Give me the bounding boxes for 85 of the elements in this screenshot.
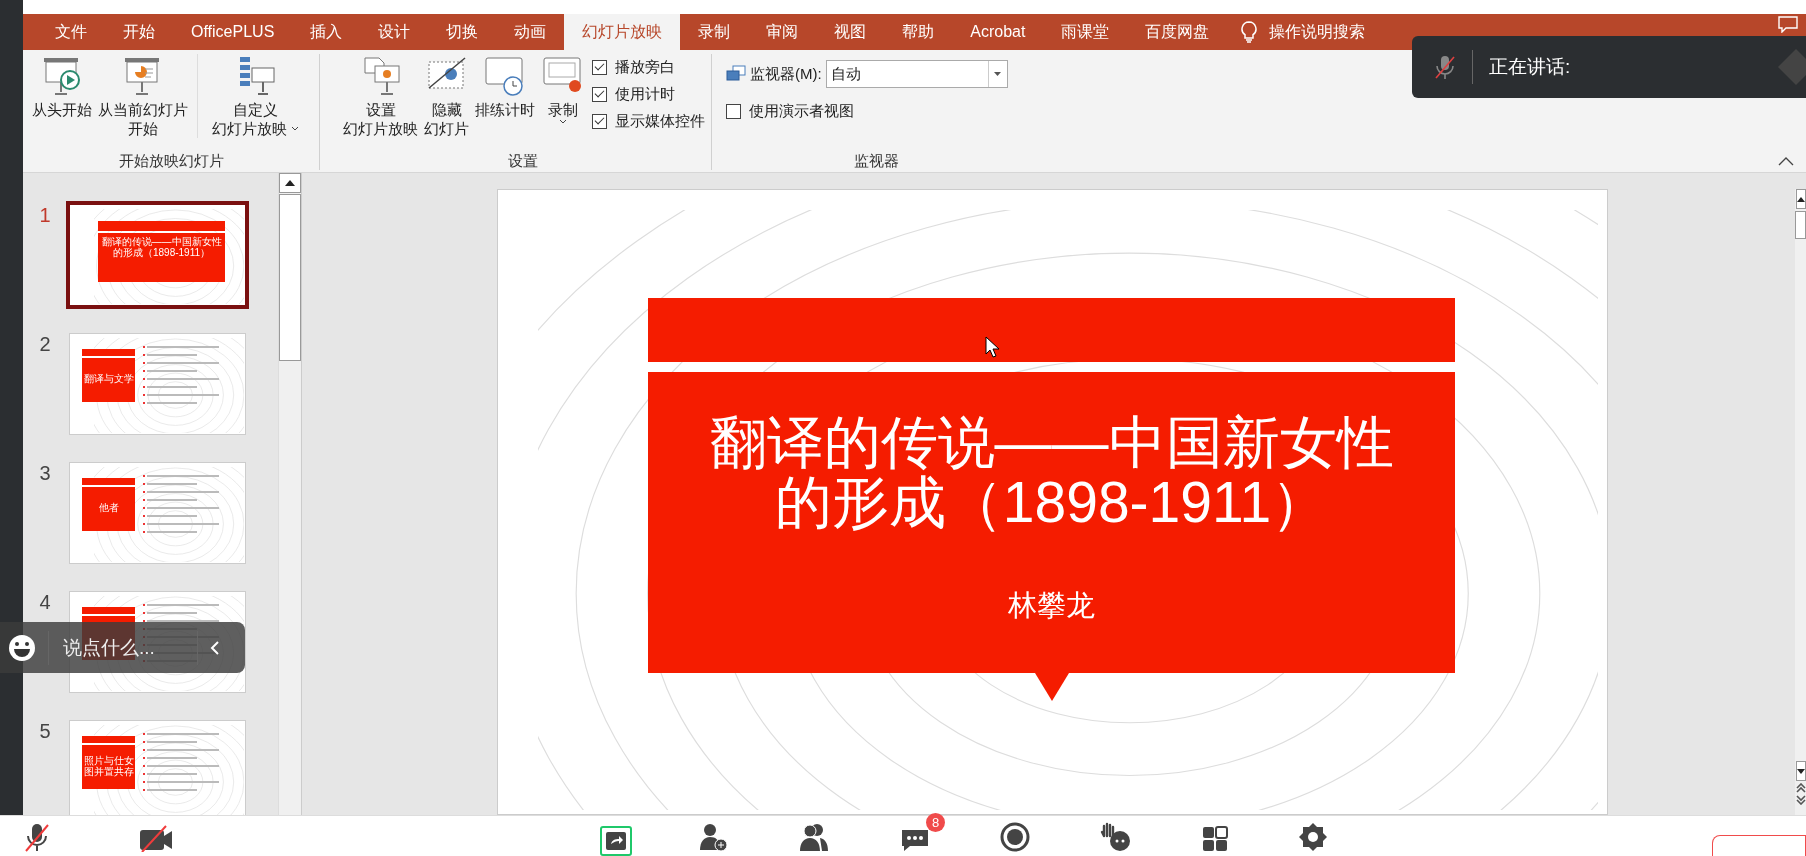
ribbon-button[interactable]: 设置 幻灯片放映 bbox=[340, 54, 421, 138]
diamond-logo-icon bbox=[1776, 47, 1806, 87]
leave-meeting-button[interactable] bbox=[1712, 835, 1806, 856]
next-slide-icon[interactable] bbox=[1795, 795, 1806, 805]
ribbon-button[interactable]: 从头开始 bbox=[29, 54, 95, 119]
thumbnail-title: 翻译与文学 bbox=[83, 373, 134, 384]
speaking-label: 正在讲话: bbox=[1489, 55, 1571, 79]
slide-thumbnail[interactable]: 照片与仕女图并置共存 bbox=[69, 720, 246, 815]
add-person-icon bbox=[698, 822, 728, 852]
ribbon-tab[interactable]: 幻灯片放映 bbox=[564, 14, 681, 50]
ribbon-tab[interactable]: 录制 bbox=[680, 14, 749, 50]
group-label: 监视器 bbox=[852, 152, 900, 170]
ribbon-tab[interactable]: 审阅 bbox=[748, 14, 817, 50]
unread-count-badge: 8 bbox=[926, 813, 945, 832]
slide-number: 1 bbox=[38, 204, 52, 227]
monitor-icon bbox=[726, 65, 746, 83]
smiley-icon[interactable] bbox=[8, 633, 36, 662]
scroll-thumb[interactable] bbox=[279, 194, 301, 361]
group-label: 设置 bbox=[506, 152, 539, 170]
ribbon-tab[interactable]: 雨课堂 bbox=[1043, 14, 1128, 50]
ribbon-button[interactable]: 从当前幻灯片 开始 bbox=[95, 54, 191, 138]
thumbnail-title: 他者 bbox=[97, 502, 120, 513]
lightbulb-icon bbox=[1241, 21, 1258, 43]
scrollbar[interactable] bbox=[1795, 189, 1806, 815]
toolbar-button[interactable] bbox=[600, 826, 632, 856]
checkbox-option[interactable]: 播放旁白 bbox=[592, 58, 705, 77]
thumbnail-title: 照片与仕女图并置共存 bbox=[83, 754, 134, 777]
tell-me-label: 操作说明搜索 bbox=[1269, 21, 1366, 42]
slide-number: 4 bbox=[38, 591, 52, 614]
monitor-dropdown[interactable]: 自动 bbox=[825, 60, 1008, 88]
ribbon-button[interactable]: 录制 bbox=[538, 54, 588, 125]
muted-microphone-icon bbox=[1434, 54, 1456, 80]
thumbnail-title: 翻译的传说——中国新女性的形成（1898-1911） bbox=[101, 236, 222, 258]
slide-number: 3 bbox=[38, 462, 52, 485]
ribbon-tab[interactable]: 设计 bbox=[360, 14, 429, 50]
ribbon-tab[interactable]: 动画 bbox=[496, 14, 565, 50]
ribbon-tab[interactable]: 切换 bbox=[428, 14, 497, 50]
scroll-up-icon bbox=[1796, 196, 1805, 202]
muted-microphone-icon bbox=[24, 822, 50, 852]
checkbox[interactable] bbox=[592, 114, 607, 129]
record-icon bbox=[1000, 822, 1030, 852]
checkbox-option[interactable]: 显示媒体控件 bbox=[592, 112, 705, 131]
people-icon bbox=[798, 822, 830, 852]
previous-slide-icon[interactable] bbox=[1795, 783, 1806, 793]
monitor-label: 监视器(M): bbox=[750, 64, 822, 84]
apps-grid-icon bbox=[1202, 826, 1228, 852]
raised-hand-icon bbox=[1100, 822, 1132, 852]
checkbox[interactable] bbox=[592, 87, 607, 102]
checkbox[interactable] bbox=[726, 104, 741, 119]
settings-icon bbox=[1298, 822, 1328, 852]
checkbox-option[interactable]: 使用演示者视图 bbox=[726, 102, 1026, 121]
scrollbar[interactable] bbox=[278, 173, 301, 815]
checkbox[interactable] bbox=[592, 60, 607, 75]
group-label: 开始放映幻灯片 bbox=[117, 152, 225, 170]
collapse-chevron-icon[interactable] bbox=[210, 639, 220, 656]
ribbon-tab[interactable]: 百度网盘 bbox=[1127, 14, 1228, 50]
ribbon-tab[interactable]: 视图 bbox=[816, 14, 885, 50]
slide-thumbnail[interactable]: 他者 bbox=[69, 462, 246, 564]
chat-input-field[interactable]: 说点什么... bbox=[61, 635, 185, 660]
collapse-ribbon-icon[interactable] bbox=[1778, 157, 1794, 166]
slide-author: 林攀龙 bbox=[1008, 588, 1095, 623]
ribbon-button[interactable]: 自定义 幻灯片放映 bbox=[197, 54, 313, 138]
tell-me-search[interactable]: 操作说明搜索 bbox=[1241, 21, 1366, 43]
ribbon-tab[interactable]: 开始 bbox=[105, 14, 173, 50]
camera-off-icon bbox=[138, 824, 174, 852]
slide-thumbnail[interactable]: 翻译的传说——中国新女性的形成（1898-1911） bbox=[66, 201, 249, 309]
ribbon-tab[interactable]: 文件 bbox=[37, 14, 105, 50]
dropdown-arrow-icon bbox=[994, 72, 1002, 76]
slide-number: 5 bbox=[38, 720, 52, 743]
slide-number: 2 bbox=[38, 333, 52, 356]
ribbon-tab[interactable]: OfficePLUS bbox=[173, 14, 293, 50]
ribbon-button[interactable]: 隐藏 幻灯片 bbox=[421, 54, 472, 138]
slide-thumbnail[interactable]: 翻译与文学 bbox=[69, 333, 246, 435]
ribbon-tab[interactable]: Acrobat bbox=[952, 14, 1044, 50]
scroll-thumb[interactable] bbox=[1795, 211, 1806, 239]
ribbon-tab[interactable]: 帮助 bbox=[884, 14, 953, 50]
ribbon-button[interactable]: 排练计时 bbox=[472, 54, 538, 119]
comment-icon[interactable] bbox=[1778, 16, 1798, 33]
share-screen-icon bbox=[604, 830, 628, 852]
mouse-cursor-icon bbox=[985, 336, 1001, 358]
ribbon-tab[interactable]: 插入 bbox=[292, 14, 361, 50]
scroll-down-icon bbox=[1796, 768, 1805, 774]
slide-title: 翻译的传说——中国新女性的形成（1898-1911） bbox=[708, 409, 1395, 532]
scroll-up-icon bbox=[285, 180, 295, 186]
checkbox-option[interactable]: 使用计时 bbox=[592, 85, 705, 104]
